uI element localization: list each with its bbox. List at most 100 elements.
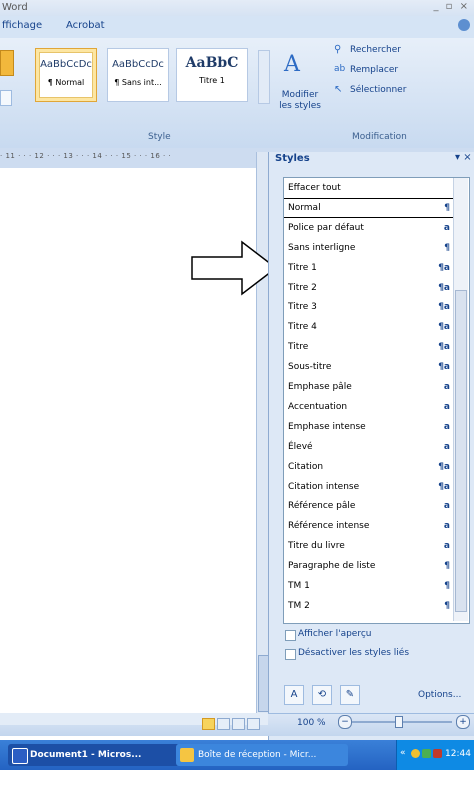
style-list-item[interactable]: Accentuation a xyxy=(284,398,454,416)
replace-icon: ab xyxy=(334,64,346,74)
taskbar-word-document[interactable]: Document1 - Micros... xyxy=(8,744,180,766)
linked-style-icon: ¶a xyxy=(438,302,450,313)
linked-style-icon: ¶a xyxy=(438,461,450,472)
options-link[interactable]: Options... xyxy=(418,690,461,700)
style-list-item[interactable]: Titre 4 ¶a xyxy=(284,318,454,336)
style-list-item[interactable]: Citation intense ¶a xyxy=(284,478,454,496)
character-style-icon: a xyxy=(443,421,450,432)
close-icon[interactable]: ▾ × xyxy=(455,152,472,163)
styles-list-scroll-thumb[interactable] xyxy=(455,290,467,612)
manage-styles-icon[interactable]: ✎ xyxy=(340,685,360,705)
style-item-name: Accentuation xyxy=(288,401,348,412)
style-list-item[interactable]: Référence pâle a xyxy=(284,497,454,515)
style-list-item[interactable]: Emphase intense a xyxy=(284,418,454,436)
zoom-out-icon[interactable]: − xyxy=(338,715,352,729)
linked-styles-checkbox[interactable] xyxy=(285,649,296,660)
character-style-icon: a xyxy=(443,401,450,412)
character-style-icon: a xyxy=(443,541,450,552)
linked-style-icon: ¶a xyxy=(438,282,450,293)
zoom-in-icon[interactable]: + xyxy=(456,715,470,729)
outlook-icon xyxy=(180,748,194,762)
style-list-item[interactable]: Titre ¶a xyxy=(284,338,454,356)
style-list-item[interactable]: Paragraphe de liste ¶ xyxy=(284,557,454,575)
modify-styles-button[interactable]: A Modifier les styles xyxy=(276,50,321,116)
horizontal-ruler[interactable]: · 11 · · · 12 · · · 13 · · · 14 · · · 15… xyxy=(0,152,254,164)
linked-style-icon: ¶a xyxy=(438,362,450,373)
style-list-item[interactable]: Titre 3 ¶a xyxy=(284,298,454,316)
task-label: Boîte de réception - Micr... xyxy=(198,750,317,760)
select-label: Sélectionner xyxy=(350,85,407,95)
replace-button[interactable]: ab Remplacer xyxy=(334,64,454,80)
style-list-item[interactable]: Police par défaut a xyxy=(284,219,454,237)
indent-icon[interactable] xyxy=(0,90,12,106)
tray-expand-icon[interactable]: « xyxy=(400,748,406,758)
window-title: Word xyxy=(2,2,28,13)
style-item-name: Titre 3 xyxy=(288,302,317,313)
character-style-icon: a xyxy=(443,501,450,512)
full-screen-icon[interactable] xyxy=(217,718,230,730)
character-style-icon: a xyxy=(443,521,450,532)
style-item-name: Titre 1 xyxy=(288,262,317,273)
quick-style-normal[interactable]: AaBbCcDc ¶ Normal xyxy=(35,48,97,102)
new-style-icon[interactable]: A xyxy=(284,685,304,705)
paragraph-style-icon: ¶ xyxy=(444,561,450,572)
styles-list: Effacer tout Normal ¶ Police par défaut a San… xyxy=(283,177,470,624)
web-layout-icon[interactable] xyxy=(232,718,245,730)
style-item-name: Titre 4 xyxy=(288,322,317,333)
style-item-name: Sous-titre xyxy=(288,362,332,373)
style-item-name: Paragraphe de liste xyxy=(288,561,376,572)
title-bar xyxy=(0,0,474,16)
linked-style-icon: ¶a xyxy=(438,262,450,273)
print-layout-icon[interactable] xyxy=(202,718,215,730)
style-inspector-icon[interactable]: ⟲ xyxy=(312,685,332,705)
style-list-item[interactable]: Effacer tout xyxy=(284,179,454,197)
clock: 12:44 xyxy=(445,749,471,759)
paragraph-mark-icon[interactable] xyxy=(0,50,14,76)
style-list-item[interactable]: Référence intense a xyxy=(284,517,454,535)
style-name: ¶ Sans int... xyxy=(114,78,162,87)
style-item-name: Référence intense xyxy=(288,521,370,532)
style-item-name: TM 1 xyxy=(288,581,310,591)
style-item-name: Citation xyxy=(288,461,324,472)
zoom-slider-thumb[interactable] xyxy=(395,716,403,728)
tab-acrobat[interactable]: Acrobat xyxy=(66,20,105,31)
style-item-name: TM 2 xyxy=(288,600,310,611)
modify-styles-label: Modifier les styles xyxy=(279,90,321,111)
outline-icon[interactable] xyxy=(247,718,260,730)
quick-style-sans-interligne[interactable]: AaBbCcDc ¶ Sans int... xyxy=(107,48,169,102)
window-controls[interactable]: _ ▫ × xyxy=(433,1,470,12)
cursor-icon: ↖ xyxy=(334,84,343,95)
style-gallery-scroll[interactable] xyxy=(258,50,270,104)
style-list-item[interactable]: Élevé a xyxy=(284,438,454,456)
style-list-item[interactable]: Citation ¶a xyxy=(284,458,454,476)
preview-checkbox[interactable] xyxy=(285,630,296,641)
quick-style-titre-1[interactable]: AaBbC Titre 1 xyxy=(176,48,248,102)
style-list-item[interactable]: Titre 2 ¶a xyxy=(284,279,454,297)
style-list-item[interactable]: Titre 1 ¶a xyxy=(284,259,454,277)
style-sample: AaBbCcDc xyxy=(40,59,92,70)
view-buttons[interactable] xyxy=(202,718,268,730)
style-item-name: Sans interligne xyxy=(288,242,356,253)
zoom-level[interactable]: 100 % xyxy=(297,718,326,728)
character-style-icon: a xyxy=(443,382,450,392)
style-list-item[interactable]: TM 1 ¶ xyxy=(284,577,454,595)
style-list-item[interactable]: Titre du livre a xyxy=(284,537,454,555)
style-name: Titre 1 xyxy=(199,76,225,85)
linked-style-icon: ¶a xyxy=(438,342,450,353)
style-list-item[interactable]: Normal ¶ xyxy=(284,197,455,218)
security-icon[interactable] xyxy=(433,749,442,758)
style-list-item[interactable]: TM 2 ¶ xyxy=(284,597,454,615)
taskbar-outlook-inbox[interactable]: Boîte de réception - Micr... xyxy=(176,744,348,766)
style-item-name: Référence pâle xyxy=(288,501,356,512)
network-icon[interactable] xyxy=(422,749,431,758)
select-button[interactable]: ↖ Sélectionner xyxy=(334,84,454,100)
help-icon[interactable] xyxy=(458,19,470,31)
style-list-item[interactable]: Emphase pâle a xyxy=(284,378,454,396)
style-list-item[interactable]: Sans interligne ¶ xyxy=(284,239,454,257)
style-list-item[interactable]: Sous-titre ¶a xyxy=(284,358,454,376)
task-label: Document1 - Micros... xyxy=(30,750,142,760)
tab-affichage[interactable]: ffichage xyxy=(2,20,42,31)
linked-styles-checkbox-label: Désactiver les styles liés xyxy=(298,648,410,658)
tray-app-icon[interactable] xyxy=(411,749,420,758)
search-button[interactable]: ⚲ Rechercher xyxy=(334,44,454,60)
